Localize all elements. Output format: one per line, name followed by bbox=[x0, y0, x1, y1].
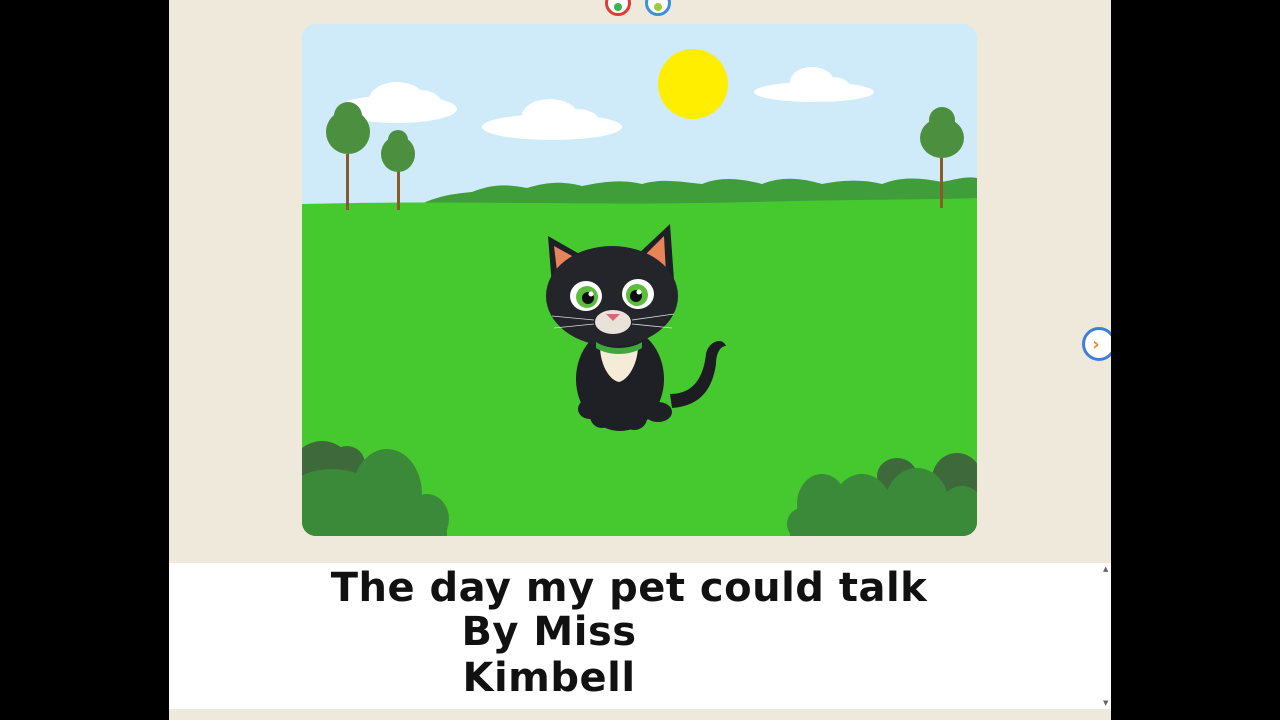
scroll-down-icon[interactable]: ▼ bbox=[1103, 699, 1108, 707]
leaf-icon bbox=[654, 3, 662, 11]
scroll-up-icon[interactable]: ▲ bbox=[1103, 565, 1108, 573]
chevron-right-icon: › bbox=[1092, 333, 1100, 355]
record-icon bbox=[614, 3, 622, 11]
record-button[interactable] bbox=[605, 0, 631, 16]
edit-button[interactable] bbox=[645, 0, 671, 16]
story-author: By Miss Kimbell bbox=[461, 609, 637, 701]
page-illustration bbox=[302, 24, 977, 536]
next-page-button[interactable]: › bbox=[1082, 327, 1111, 361]
sun bbox=[658, 49, 728, 119]
text-scrollbar[interactable]: ▲ ▼ bbox=[1102, 563, 1111, 709]
story-title: The day my pet could talk bbox=[330, 565, 928, 611]
story-text-panel[interactable]: The day my pet could talk By Miss Kimbel… bbox=[169, 563, 1102, 709]
book-reader: › The day my pet could talk By Miss Kimb… bbox=[169, 0, 1111, 720]
